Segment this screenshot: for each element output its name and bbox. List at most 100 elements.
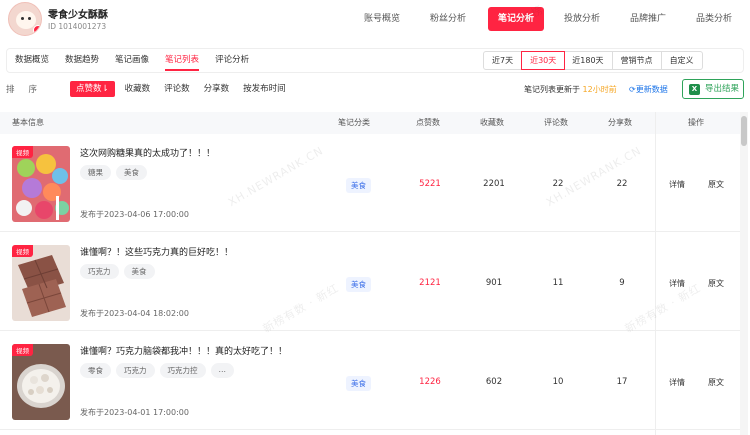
range-180d[interactable]: 近180天 [564, 52, 613, 69]
range-custom[interactable]: 自定义 [662, 52, 702, 69]
col-category: 笔记分类 [338, 118, 370, 127]
video-badge: 视频 [12, 245, 33, 257]
note-thumbnail[interactable]: 视频 [12, 344, 70, 420]
col-shares[interactable]: 分享数 [608, 112, 632, 134]
sort-collects[interactable]: 收藏数 [125, 81, 151, 97]
table-row: 视频 这次网购糖果真的太成功了！！！ 糖果 美食 发布于2023-04-06 1… [0, 134, 740, 232]
col-ops: 操作 [688, 118, 704, 127]
note-thumbnail[interactable]: 视频 [12, 245, 70, 321]
range-30d[interactable]: 近30天 [521, 51, 566, 70]
refresh-label: 更新数据 [635, 85, 668, 94]
likes-count: 5221 [419, 179, 441, 189]
tab-brand-promotion[interactable]: 品牌推广 [616, 7, 680, 31]
col-comments[interactable]: 评论数 [544, 112, 568, 134]
subtab-notes-list[interactable]: 笔记列表 [165, 49, 200, 72]
sort-shares[interactable]: 分享数 [204, 81, 230, 97]
note-tags: 糖果 美食 [80, 165, 152, 180]
export-label: 导出结果 [705, 84, 740, 94]
sort-publish-time[interactable]: 按发布时间 [243, 81, 286, 97]
page: 零食少女酥酥 ID 1014001273 账号概览 粉丝分析 笔记分析 投放分析… [0, 0, 750, 435]
sub-nav-bar: 数据概览 数据趋势 笔记画像 笔记列表 评论分析 近7天 近30天 近180天 … [6, 48, 744, 73]
update-prefix: 笔记列表更新于 [524, 85, 580, 94]
note-tags: 零食 巧克力 巧克力控 … [80, 363, 239, 378]
sort-likes[interactable]: 点赞数⇂ [70, 81, 115, 97]
sort-label: 排序 [6, 85, 52, 95]
note-tags: 巧克力 美食 [80, 264, 160, 279]
note-tag[interactable]: 巧克力控 [159, 363, 206, 378]
subtab-notes-profile[interactable]: 笔记画像 [115, 49, 149, 72]
collects-count: 2201 [483, 179, 505, 189]
collects-count: 901 [485, 278, 503, 288]
detail-link[interactable]: 详情 [669, 278, 685, 289]
original-link[interactable]: 原文 [708, 377, 724, 388]
subtab-data-overview[interactable]: 数据概览 [15, 49, 49, 72]
sort-comments[interactable]: 评论数 [164, 81, 190, 97]
update-status: 笔记列表更新于 12小时前 [524, 84, 617, 95]
publish-time: 发布于2023-04-04 18:02:00 [80, 309, 189, 318]
comments-count: 11 [552, 278, 564, 288]
table-header: 基本信息 笔记分类 点赞数 收藏数 评论数 分享数 操作 [0, 112, 740, 134]
table-row: 视频 谁懂啊？！这些巧克力真的巨好吃！！ 巧克力 美食 发布于2023-04-0… [0, 233, 740, 331]
publish-time: 发布于2023-04-06 17:00:00 [80, 210, 189, 219]
shares-count: 22 [616, 179, 628, 189]
update-time: 12小时前 [582, 85, 617, 94]
likes-count: 1226 [419, 377, 441, 387]
note-tag[interactable]: 美食 [123, 264, 155, 279]
col-info: 基本信息 [12, 118, 44, 127]
subtab-comment-analysis[interactable]: 评论分析 [215, 49, 249, 72]
table-row: 视频 谁懂啊？巧克力脑袋都我冲！！！真的太好吃了！！ 零食 巧克力 巧克力控 …… [0, 332, 740, 430]
account-name: 零食少女酥酥 [48, 10, 108, 21]
tab-fans-analysis[interactable]: 粉丝分析 [416, 7, 480, 31]
video-badge: 视频 [12, 344, 33, 356]
collects-count: 602 [485, 377, 503, 387]
comments-count: 22 [552, 179, 564, 189]
note-thumbnail[interactable]: 视频 [12, 146, 70, 222]
account-id: ID 1014001273 [48, 22, 107, 31]
avatar[interactable] [8, 2, 42, 36]
category-badge: 美食 [346, 178, 371, 193]
original-link[interactable]: 原文 [708, 278, 724, 289]
note-tag[interactable]: 巧克力 [116, 363, 155, 378]
note-tag[interactable]: 糖果 [80, 165, 111, 180]
sub-tabs: 数据概览 数据趋势 笔记画像 笔记列表 评论分析 [15, 49, 265, 72]
sort-options: 点赞数⇂ 收藏数 评论数 分享数 按发布时间 [70, 81, 300, 97]
likes-count: 2121 [419, 278, 441, 288]
note-title[interactable]: 谁懂啊？巧克力脑袋都我冲！！！真的太好吃了！！ [80, 344, 287, 357]
refresh-data-button[interactable]: ⟳更新数据 [629, 84, 668, 95]
note-tag[interactable]: 美食 [116, 165, 147, 180]
tab-ads-analysis[interactable]: 投放分析 [550, 7, 614, 31]
tab-category-analysis[interactable]: 品类分析 [682, 7, 746, 31]
shares-count: 17 [616, 377, 628, 387]
category-badge: 美食 [346, 376, 371, 391]
more-tags[interactable]: … [210, 363, 234, 378]
category-badge: 美食 [346, 277, 371, 292]
refresh-icon: ⟳ [629, 85, 636, 94]
subtab-data-trend[interactable]: 数据趋势 [65, 49, 99, 72]
tab-account-overview[interactable]: 账号概览 [350, 7, 414, 31]
shares-count: 9 [619, 278, 625, 288]
tab-notes-analysis[interactable]: 笔记分析 [488, 7, 544, 31]
ops-column-divider [655, 112, 656, 435]
note-title[interactable]: 谁懂啊？！这些巧克力真的巨好吃！！ [80, 245, 233, 258]
note-tag[interactable]: 巧克力 [80, 264, 119, 279]
note-title[interactable]: 这次网购糖果真的太成功了！！！ [80, 146, 215, 159]
original-link[interactable]: 原文 [708, 179, 724, 190]
vertical-scrollbar[interactable] [740, 112, 748, 435]
detail-link[interactable]: 详情 [669, 377, 685, 388]
scrollbar-thumb[interactable] [741, 116, 747, 146]
range-7d[interactable]: 近7天 [484, 52, 523, 69]
range-marketing-node[interactable]: 营销节点 [613, 52, 662, 69]
col-collects[interactable]: 收藏数 [480, 112, 504, 134]
col-likes[interactable]: 点赞数 [416, 112, 440, 134]
note-tag[interactable]: 零食 [80, 363, 111, 378]
top-nav: 账号概览 粉丝分析 笔记分析 投放分析 品牌推广 品类分析 [350, 7, 748, 31]
date-range-selector: 近7天 近30天 近180天 营销节点 自定义 [483, 51, 703, 70]
avatar-badge [33, 25, 41, 35]
excel-icon: X [689, 84, 700, 95]
detail-link[interactable]: 详情 [669, 179, 685, 190]
comments-count: 10 [552, 377, 564, 387]
publish-time: 发布于2023-04-01 17:00:00 [80, 408, 189, 417]
avatar-eye [28, 17, 31, 20]
sort-row: 排序 点赞数⇂ 收藏数 评论数 分享数 按发布时间 笔记列表更新于 12小时前 … [6, 79, 744, 100]
export-button[interactable]: X 导出结果 [682, 79, 744, 99]
